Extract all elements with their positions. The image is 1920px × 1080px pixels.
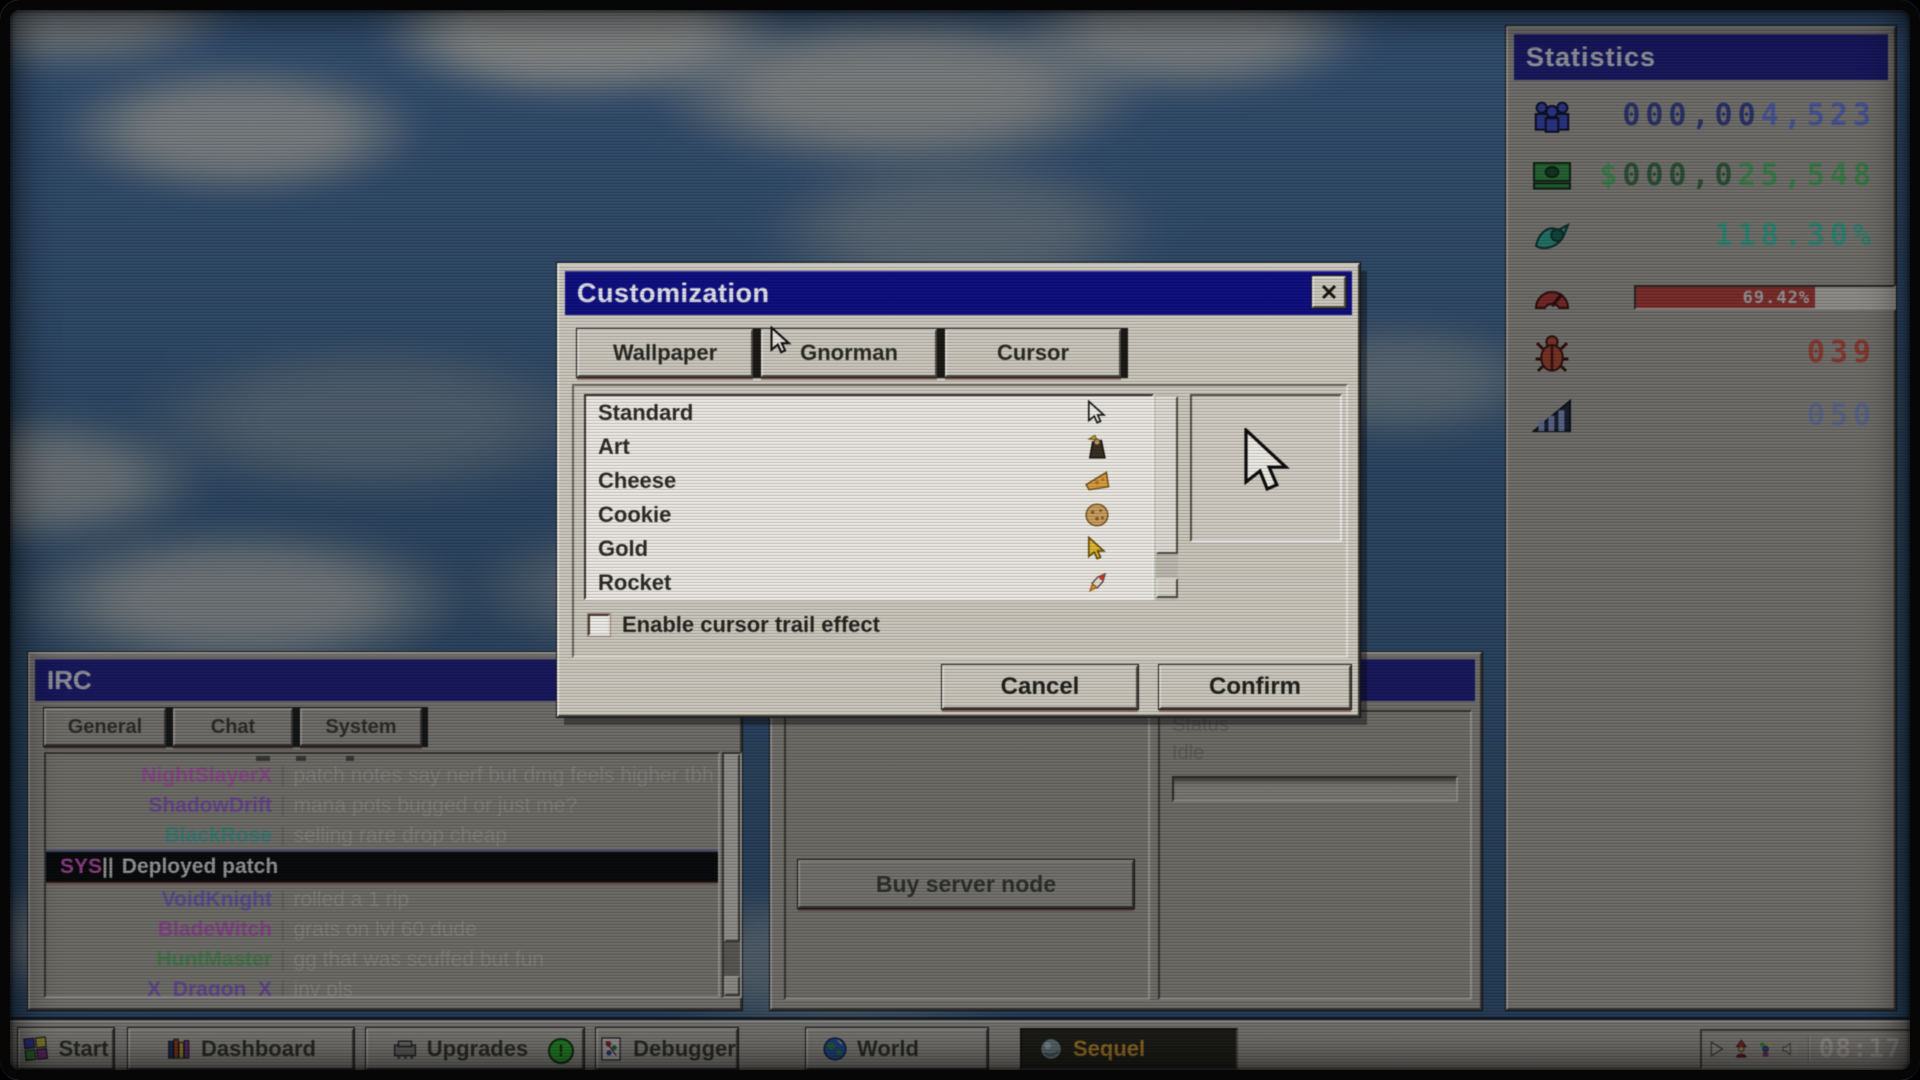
cursor-preview-arrow: [1240, 428, 1292, 500]
cursor-list-scrollbar[interactable]: [1156, 394, 1178, 600]
close-icon: [1320, 284, 1338, 300]
tab-cursor[interactable]: Cursor: [945, 329, 1121, 377]
tab-gnorman-label: Gnorman: [800, 340, 898, 366]
cursor-trail-label: Enable cursor trail effect: [622, 612, 880, 638]
cookie-cursor-icon: [1084, 502, 1110, 528]
tab-separator: [754, 328, 760, 378]
cancel-button[interactable]: Cancel: [942, 665, 1138, 709]
cursor-option-label: Cheese: [598, 468, 676, 494]
tab-separator: [1122, 328, 1128, 378]
mouse-pointer-icon: [768, 326, 794, 356]
cursor-option-label: Cookie: [598, 502, 671, 528]
cursor-option-standard[interactable]: Standard: [586, 396, 1152, 430]
cursor-option-cheese[interactable]: Cheese: [586, 464, 1152, 498]
cursor-list-scrollbar-thumb[interactable]: [1156, 396, 1178, 554]
tab-wallpaper-label: Wallpaper: [613, 340, 717, 366]
tab-wallpaper[interactable]: Wallpaper: [577, 329, 753, 377]
art-cursor-icon: [1084, 434, 1110, 460]
cheese-cursor-icon: [1084, 468, 1110, 494]
gold-cursor-icon: [1084, 536, 1110, 562]
cursor-option-gold[interactable]: Gold: [586, 532, 1152, 566]
dialog-title: Customization: [577, 278, 770, 309]
cursor-option-label: Rocket: [598, 570, 671, 596]
dialog-titlebar[interactable]: Customization: [565, 271, 1352, 315]
cursor-preview-box: [1190, 394, 1342, 542]
cursor-trail-checkbox[interactable]: [588, 614, 610, 636]
cursor-option-rocket[interactable]: Rocket: [586, 566, 1152, 600]
cursor-option-label: Standard: [598, 400, 693, 426]
cursor-option-art[interactable]: Art: [586, 430, 1152, 464]
cursor-settings-group: Standard Art Cheese: [572, 384, 1348, 658]
customization-dialog: Customization Wallpaper Gnorman Cursor S…: [557, 263, 1360, 717]
cursor-list[interactable]: Standard Art Cheese: [584, 394, 1154, 600]
confirm-button[interactable]: Confirm: [1159, 665, 1351, 709]
cursor-option-label: Art: [598, 434, 630, 460]
cursor-option-cookie[interactable]: Cookie: [586, 498, 1152, 532]
close-button[interactable]: [1312, 276, 1346, 308]
rocket-cursor-icon: [1084, 570, 1110, 596]
cursor-list-scrollbar-button[interactable]: [1156, 578, 1178, 598]
cursor-option-label: Gold: [598, 536, 648, 562]
tab-cursor-label: Cursor: [997, 340, 1069, 366]
tab-separator: [938, 328, 944, 378]
crt-screen: Statistics 000,004,523 $000,025,548: [0, 0, 1920, 1080]
standard-cursor-icon: [1084, 400, 1110, 426]
